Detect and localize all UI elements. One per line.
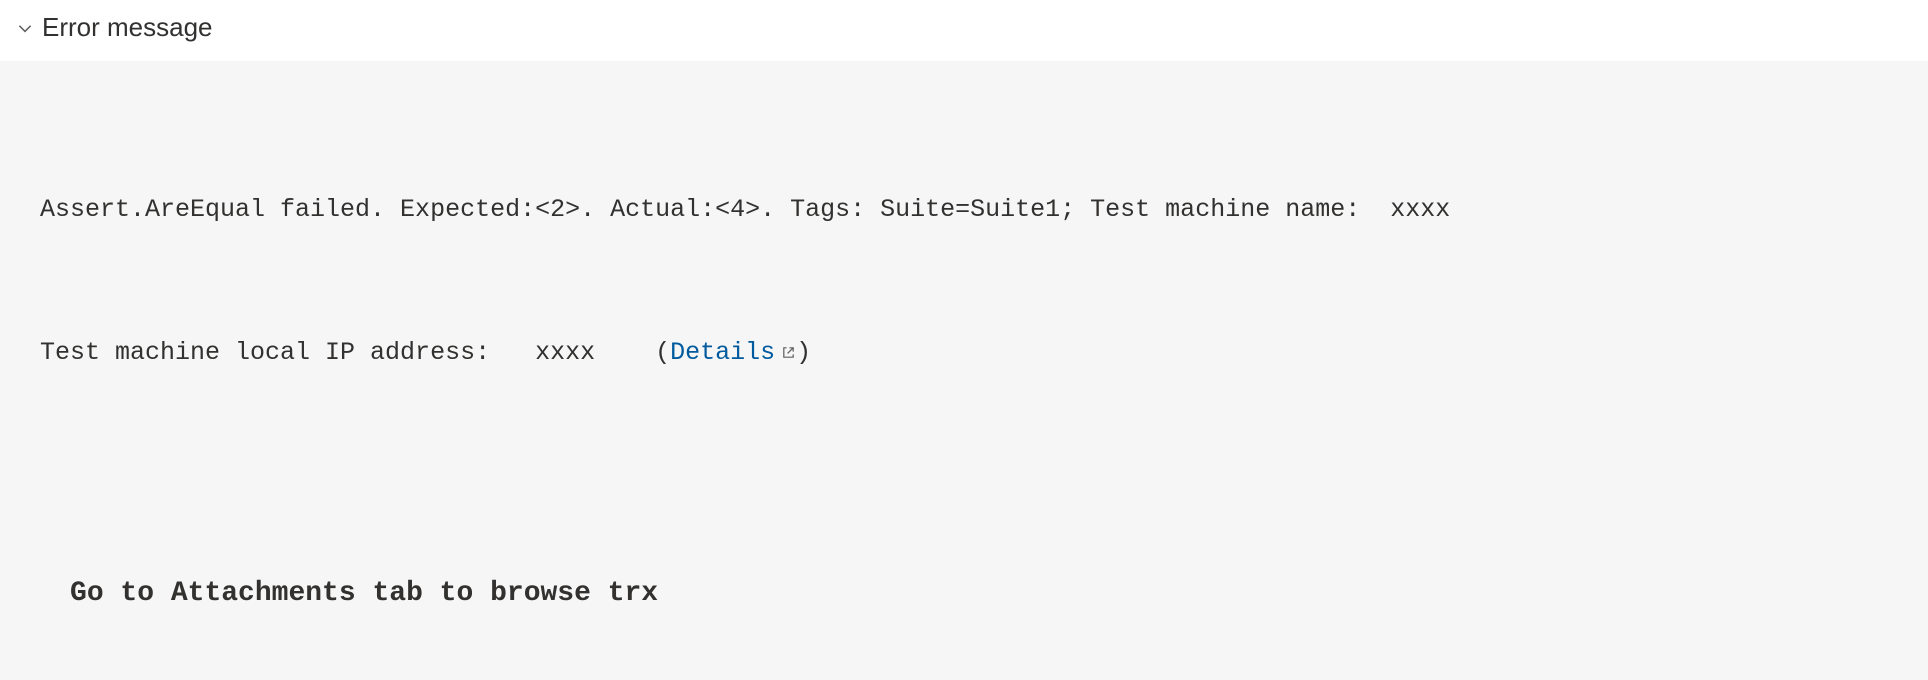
error-line-2: Test machine local IP address: xxxx (Det… (40, 329, 1888, 377)
section-title: Error message (42, 12, 213, 43)
error-message-box: Assert.AreEqual failed. Expected:<2>. Ac… (0, 61, 1928, 680)
paren-open: ( (655, 338, 670, 367)
error-line-1-text: Assert.AreEqual failed. Expected:<2>. Ac… (40, 195, 1390, 224)
details-link-label: Details (670, 329, 775, 377)
chevron-down-icon (16, 19, 34, 37)
ip-redacted: xxxx (535, 338, 595, 367)
paren-close: ) (796, 338, 811, 367)
error-section-header[interactable]: Error message (0, 0, 1928, 61)
spacer (40, 471, 1888, 519)
error-line-2-text: Test machine local IP address: (40, 338, 535, 367)
attachments-hint: Go to Attachments tab to browse trx (70, 578, 658, 609)
machine-name-redacted: xxxx (1390, 195, 1450, 224)
popout-icon (781, 345, 796, 360)
error-line-1: Assert.AreEqual failed. Expected:<2>. Ac… (40, 186, 1888, 234)
details-link[interactable]: Details (670, 329, 796, 377)
